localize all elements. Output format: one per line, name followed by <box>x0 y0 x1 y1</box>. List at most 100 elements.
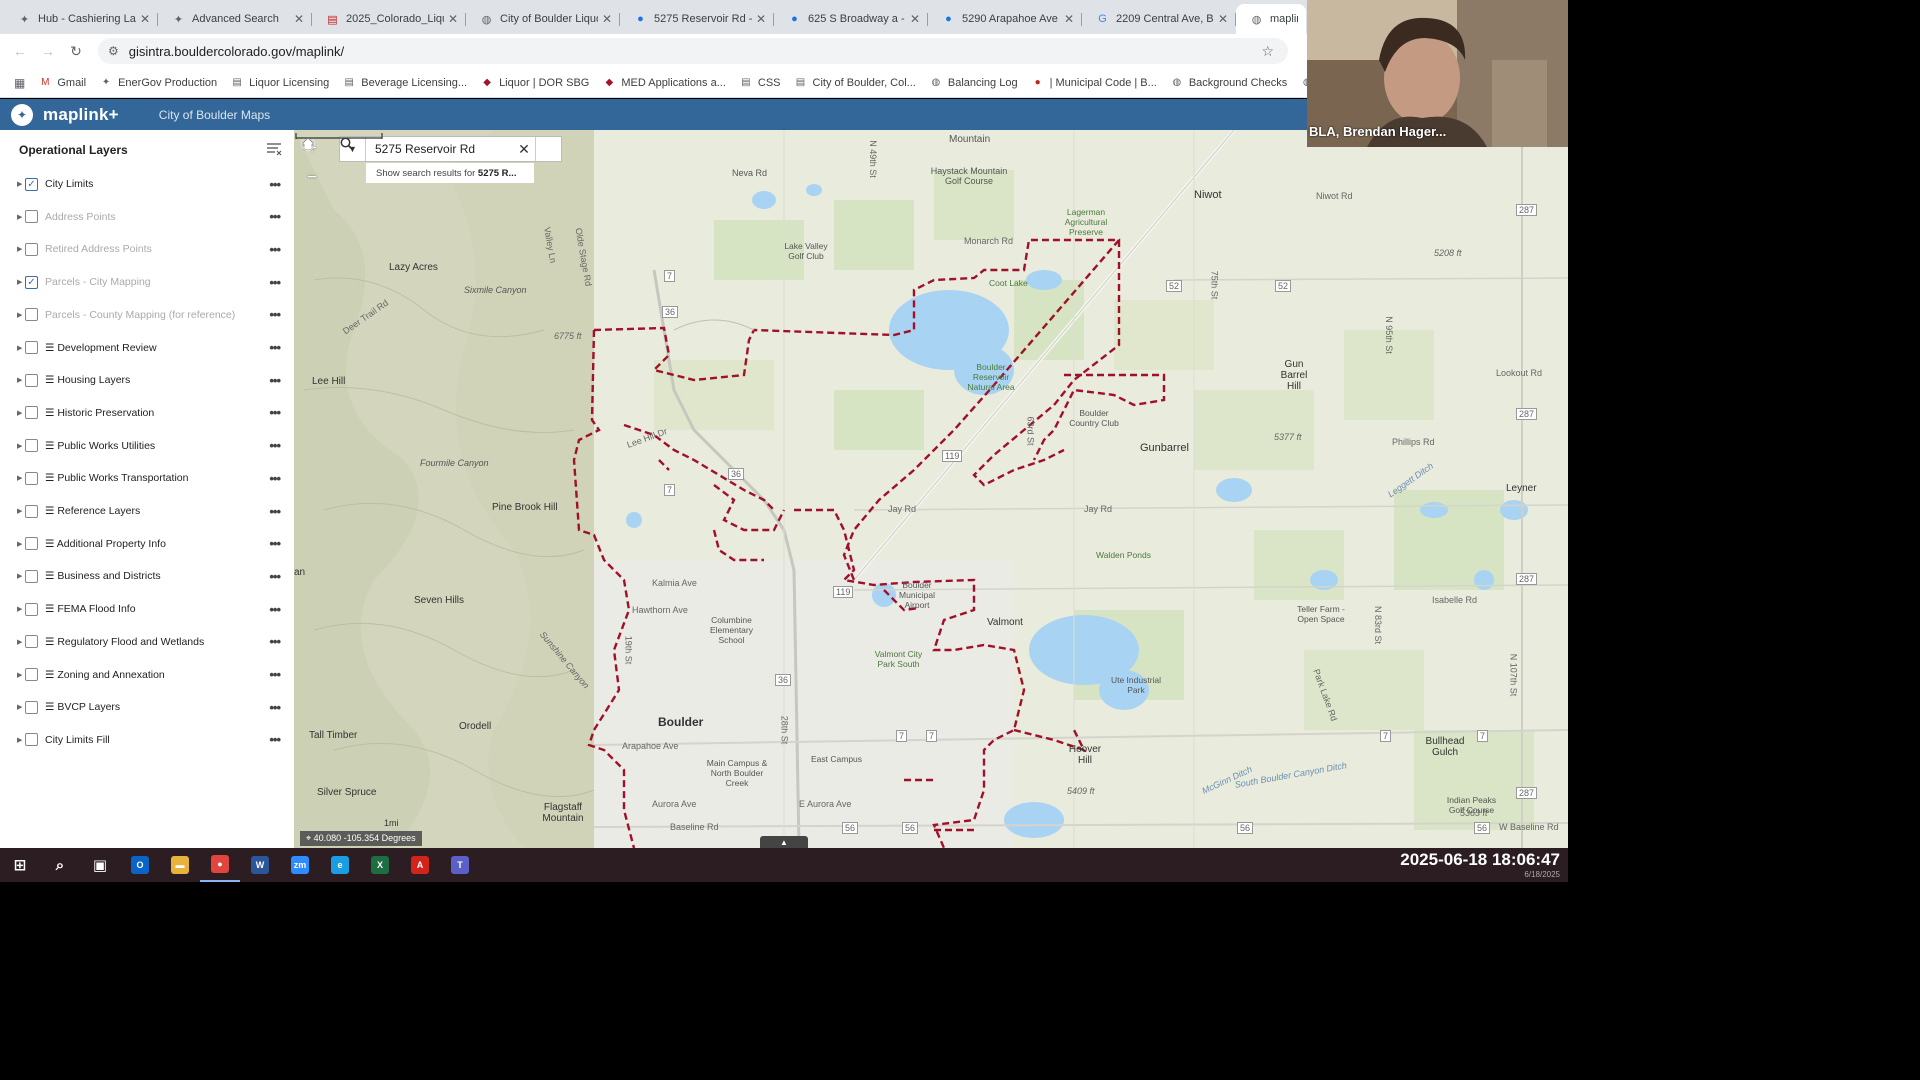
layer-visibility-checkbox[interactable] <box>25 700 38 714</box>
layer-row[interactable]: ▶ City Limits Fill ••• <box>0 728 294 752</box>
layer-options-icon[interactable]: ••• <box>269 438 281 453</box>
bookmark-item[interactable]: ● | Municipal Code | B... <box>1032 77 1157 89</box>
search-suggestion[interactable]: Show search results for 5275 R... <box>366 163 534 183</box>
address-bar[interactable]: ⚙ gisintra.bouldercolorado.gov/maplink/ … <box>98 38 1288 64</box>
bookmark-item[interactable]: ▤ Liquor Licensing <box>231 77 329 89</box>
close-tab-icon[interactable]: ✕ <box>602 12 612 26</box>
layer-visibility-checkbox[interactable] <box>25 242 38 256</box>
file-explorer-taskbar-button[interactable]: ▬ <box>160 848 200 882</box>
layer-list-options-icon[interactable] <box>266 142 282 156</box>
layer-options-icon[interactable]: ••• <box>269 732 281 747</box>
browser-tab[interactable]: ✦ Hub - Cashiering Lan ✕ <box>4 4 158 34</box>
layer-options-icon[interactable]: ••• <box>269 602 281 617</box>
expand-caret-icon[interactable]: ▶ <box>17 376 22 384</box>
layer-row[interactable]: ▶ ☰ Regulatory Flood and Wetlands ••• <box>0 630 294 654</box>
layer-row[interactable]: ▶ ☰ Housing Layers ••• <box>0 368 294 392</box>
layer-row[interactable]: ▶ ☰ Historic Preservation ••• <box>0 401 294 425</box>
close-tab-icon[interactable]: ✕ <box>756 12 766 26</box>
teams-taskbar-button[interactable]: T <box>440 848 480 882</box>
layer-visibility-checkbox[interactable] <box>25 341 38 354</box>
expand-caret-icon[interactable]: ▶ <box>17 638 22 646</box>
site-info-icon[interactable]: ⚙ <box>108 44 119 58</box>
layer-row[interactable]: ▶ ☰ Business and Districts ••• <box>0 564 294 588</box>
browser-tab[interactable]: ● 625 S Broadway a - G ✕ <box>774 4 928 34</box>
layer-row[interactable]: ▶ ☰ Zoning and Annexation ••• <box>0 663 294 687</box>
layer-options-icon[interactable]: ••• <box>269 242 281 257</box>
search-button[interactable] <box>340 137 561 161</box>
excel-taskbar-button[interactable]: X <box>360 848 400 882</box>
expand-caret-icon[interactable]: ▶ <box>17 442 22 450</box>
edge-taskbar-button[interactable]: e <box>320 848 360 882</box>
expand-caret-icon[interactable]: ▶ <box>17 245 22 253</box>
layer-options-icon[interactable]: ••• <box>269 700 281 715</box>
expand-caret-icon[interactable]: ▶ <box>17 540 22 548</box>
home-extent-button[interactable] <box>300 137 324 220</box>
expand-caret-icon[interactable]: ▶ <box>17 344 22 352</box>
layer-visibility-checkbox[interactable] <box>25 602 38 616</box>
bookmark-item[interactable]: ▤ Beverage Licensing... <box>343 77 468 89</box>
bookmark-item[interactable]: ◍ Balancing Log <box>930 77 1017 89</box>
bookmark-item[interactable]: ◆ MED Applications a... <box>603 77 725 89</box>
expand-caret-icon[interactable]: ▶ <box>17 572 22 580</box>
chrome-taskbar-button[interactable]: ● <box>200 848 240 882</box>
bookmark-item[interactable]: ✦ EnerGov Production <box>100 77 217 89</box>
layer-options-icon[interactable]: ••• <box>269 634 281 649</box>
layer-options-icon[interactable]: ••• <box>269 373 281 388</box>
layer-visibility-checkbox[interactable] <box>25 308 38 322</box>
locate-button[interactable] <box>300 137 324 249</box>
layer-visibility-checkbox[interactable] <box>25 210 38 224</box>
layer-options-icon[interactable]: ••• <box>269 209 281 224</box>
browser-tab[interactable]: ◍ City of Boulder Liquo ✕ <box>466 4 620 34</box>
browser-tab[interactable]: ▤ 2025_Colorado_Liquo ✕ <box>312 4 466 34</box>
browser-tab[interactable]: ◍ maplink+ <box>1236 4 1306 34</box>
layer-options-icon[interactable]: ••• <box>269 667 281 682</box>
expand-caret-icon[interactable]: ▶ <box>17 605 22 613</box>
zoom-taskbar-button[interactable]: zm <box>280 848 320 882</box>
bookmark-item[interactable]: ◍ Background Checks <box>1171 77 1287 89</box>
layer-row[interactable]: ▶ Parcels - County Mapping (for reference… <box>0 303 294 327</box>
layer-visibility-checkbox[interactable] <box>25 668 38 681</box>
system-clock[interactable]: 2025-06-18 18:06:47 <box>1400 850 1560 870</box>
browser-tab[interactable]: ✦ Advanced Search ✕ <box>158 4 312 34</box>
layer-visibility-checkbox[interactable] <box>25 635 38 649</box>
layer-row[interactable]: ▶ ☰ Reference Layers ••• <box>0 499 294 523</box>
layer-visibility-checkbox[interactable] <box>25 471 38 485</box>
layer-row[interactable]: ▶ ☰ Public Works Transportation ••• <box>0 466 294 490</box>
expand-caret-icon[interactable]: ▶ <box>17 213 22 221</box>
layer-visibility-checkbox[interactable]: ✓ <box>25 275 38 289</box>
bookmark-item[interactable]: ▤ City of Boulder, Col... <box>795 77 916 89</box>
layer-options-icon[interactable]: ••• <box>269 504 281 519</box>
bookmark-item[interactable]: M Gmail <box>39 77 86 89</box>
expand-caret-icon[interactable]: ▶ <box>17 507 22 515</box>
browser-tab[interactable]: ● 5290 Arapahoe Ave ✕ <box>928 4 1082 34</box>
coordinate-readout[interactable]: ⌖ 40.080 -105.354 Degrees <box>300 831 422 846</box>
apps-grid-icon[interactable]: ▦ <box>14 76 25 90</box>
expand-caret-icon[interactable]: ▶ <box>17 474 22 482</box>
browser-tab[interactable]: ● 5275 Reservoir Rd - G ✕ <box>620 4 774 34</box>
expand-caret-icon[interactable]: ▶ <box>17 409 22 417</box>
expand-caret-icon[interactable]: ▶ <box>17 311 22 319</box>
word-taskbar-button[interactable]: W <box>240 848 280 882</box>
layer-row[interactable]: ▶ Retired Address Points ••• <box>0 237 294 261</box>
layer-row[interactable]: ▶ ✓ Parcels - City Mapping ••• <box>0 270 294 294</box>
layer-options-icon[interactable]: ••• <box>269 471 281 486</box>
browser-tab[interactable]: G 2209 Central Ave, Bo ✕ <box>1082 4 1236 34</box>
layer-row[interactable]: ▶ ☰ Development Review ••• <box>0 336 294 360</box>
zoom-out-button[interactable]: − <box>300 165 324 191</box>
expand-caret-icon[interactable]: ▶ <box>17 671 22 679</box>
layer-visibility-checkbox[interactable] <box>25 733 38 747</box>
layer-options-icon[interactable]: ••• <box>269 536 281 551</box>
close-tab-icon[interactable]: ✕ <box>448 12 458 26</box>
layer-row[interactable]: ▶ ☰ Public Works Utilities ••• <box>0 434 294 458</box>
layer-visibility-checkbox[interactable] <box>25 537 38 551</box>
close-tab-icon[interactable]: ✕ <box>140 12 150 26</box>
layer-visibility-checkbox[interactable] <box>25 406 38 420</box>
layer-visibility-checkbox[interactable] <box>25 373 38 387</box>
close-tab-icon[interactable]: ✕ <box>910 12 920 26</box>
layer-visibility-checkbox[interactable] <box>25 569 38 583</box>
windows-start-taskbar-button[interactable]: ⊞ <box>0 848 40 882</box>
layer-row[interactable]: ▶ ☰ BVCP Layers ••• <box>0 695 294 719</box>
layer-visibility-checkbox[interactable] <box>25 439 38 453</box>
expand-caret-icon[interactable]: ▶ <box>17 703 22 711</box>
layer-options-icon[interactable]: ••• <box>269 405 281 420</box>
